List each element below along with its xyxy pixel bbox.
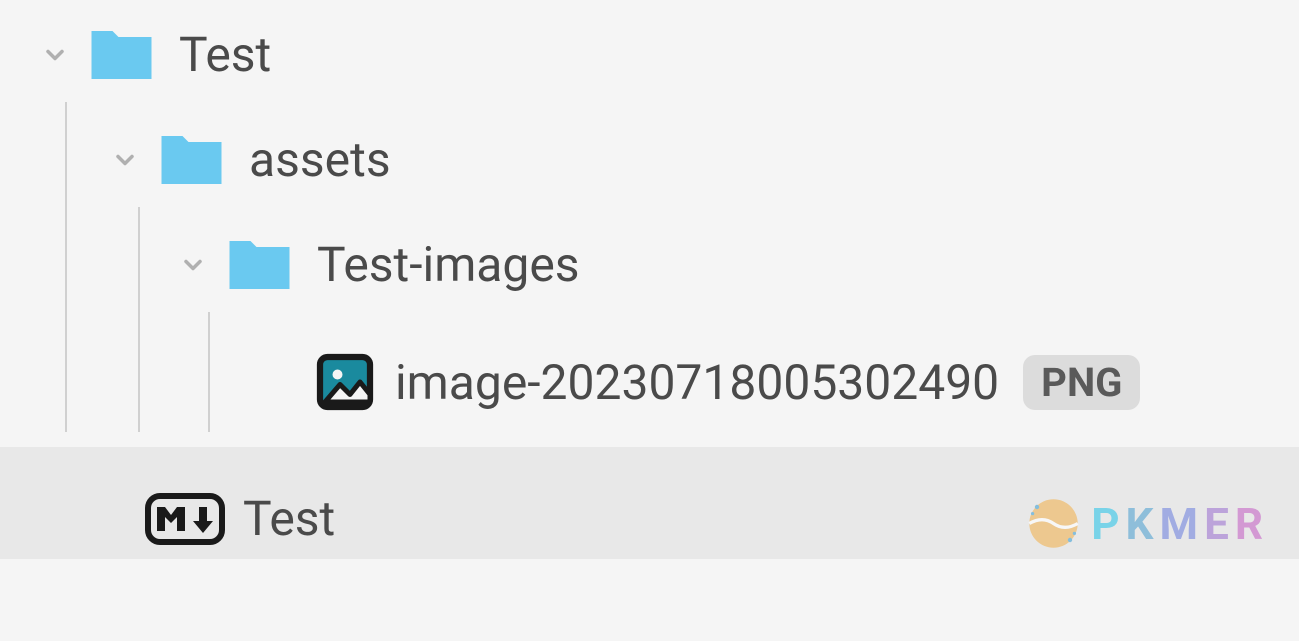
folder-label: assets xyxy=(249,131,391,188)
folder-icon xyxy=(84,25,159,85)
chevron-down-icon[interactable] xyxy=(178,250,208,280)
pkmer-text: PKMER xyxy=(1091,498,1269,550)
folder-icon xyxy=(154,130,229,190)
pkmer-logo-icon xyxy=(1026,496,1081,551)
indent-line xyxy=(138,207,140,317)
tree-folder-assets[interactable]: assets xyxy=(0,107,1299,212)
file-tree: Test assets Test-images xyxy=(0,0,1299,559)
tree-file-image[interactable]: image-20230718005302490 PNG xyxy=(0,317,1299,447)
image-file-icon xyxy=(315,352,375,412)
tree-folder-test-images[interactable]: Test-images xyxy=(0,212,1299,317)
markdown-file-icon xyxy=(145,493,225,545)
indent-line xyxy=(65,102,67,212)
file-label: Test xyxy=(243,490,335,547)
indent-line xyxy=(65,212,67,317)
folder-label: Test-images xyxy=(317,236,580,293)
file-extension-badge: PNG xyxy=(1023,355,1140,410)
tree-file-test-md[interactable]: Test PKMER xyxy=(0,447,1299,559)
indent-line xyxy=(208,312,210,432)
tree-folder-test[interactable]: Test xyxy=(0,2,1299,107)
pkmer-watermark: PKMER xyxy=(1026,496,1269,551)
indent-line xyxy=(65,317,67,432)
chevron-down-icon[interactable] xyxy=(40,40,70,70)
chevron-down-icon[interactable] xyxy=(110,145,140,175)
indent-line xyxy=(138,317,140,432)
folder-label: Test xyxy=(179,26,271,83)
file-label: image-20230718005302490 xyxy=(395,354,999,411)
folder-icon xyxy=(222,235,297,295)
